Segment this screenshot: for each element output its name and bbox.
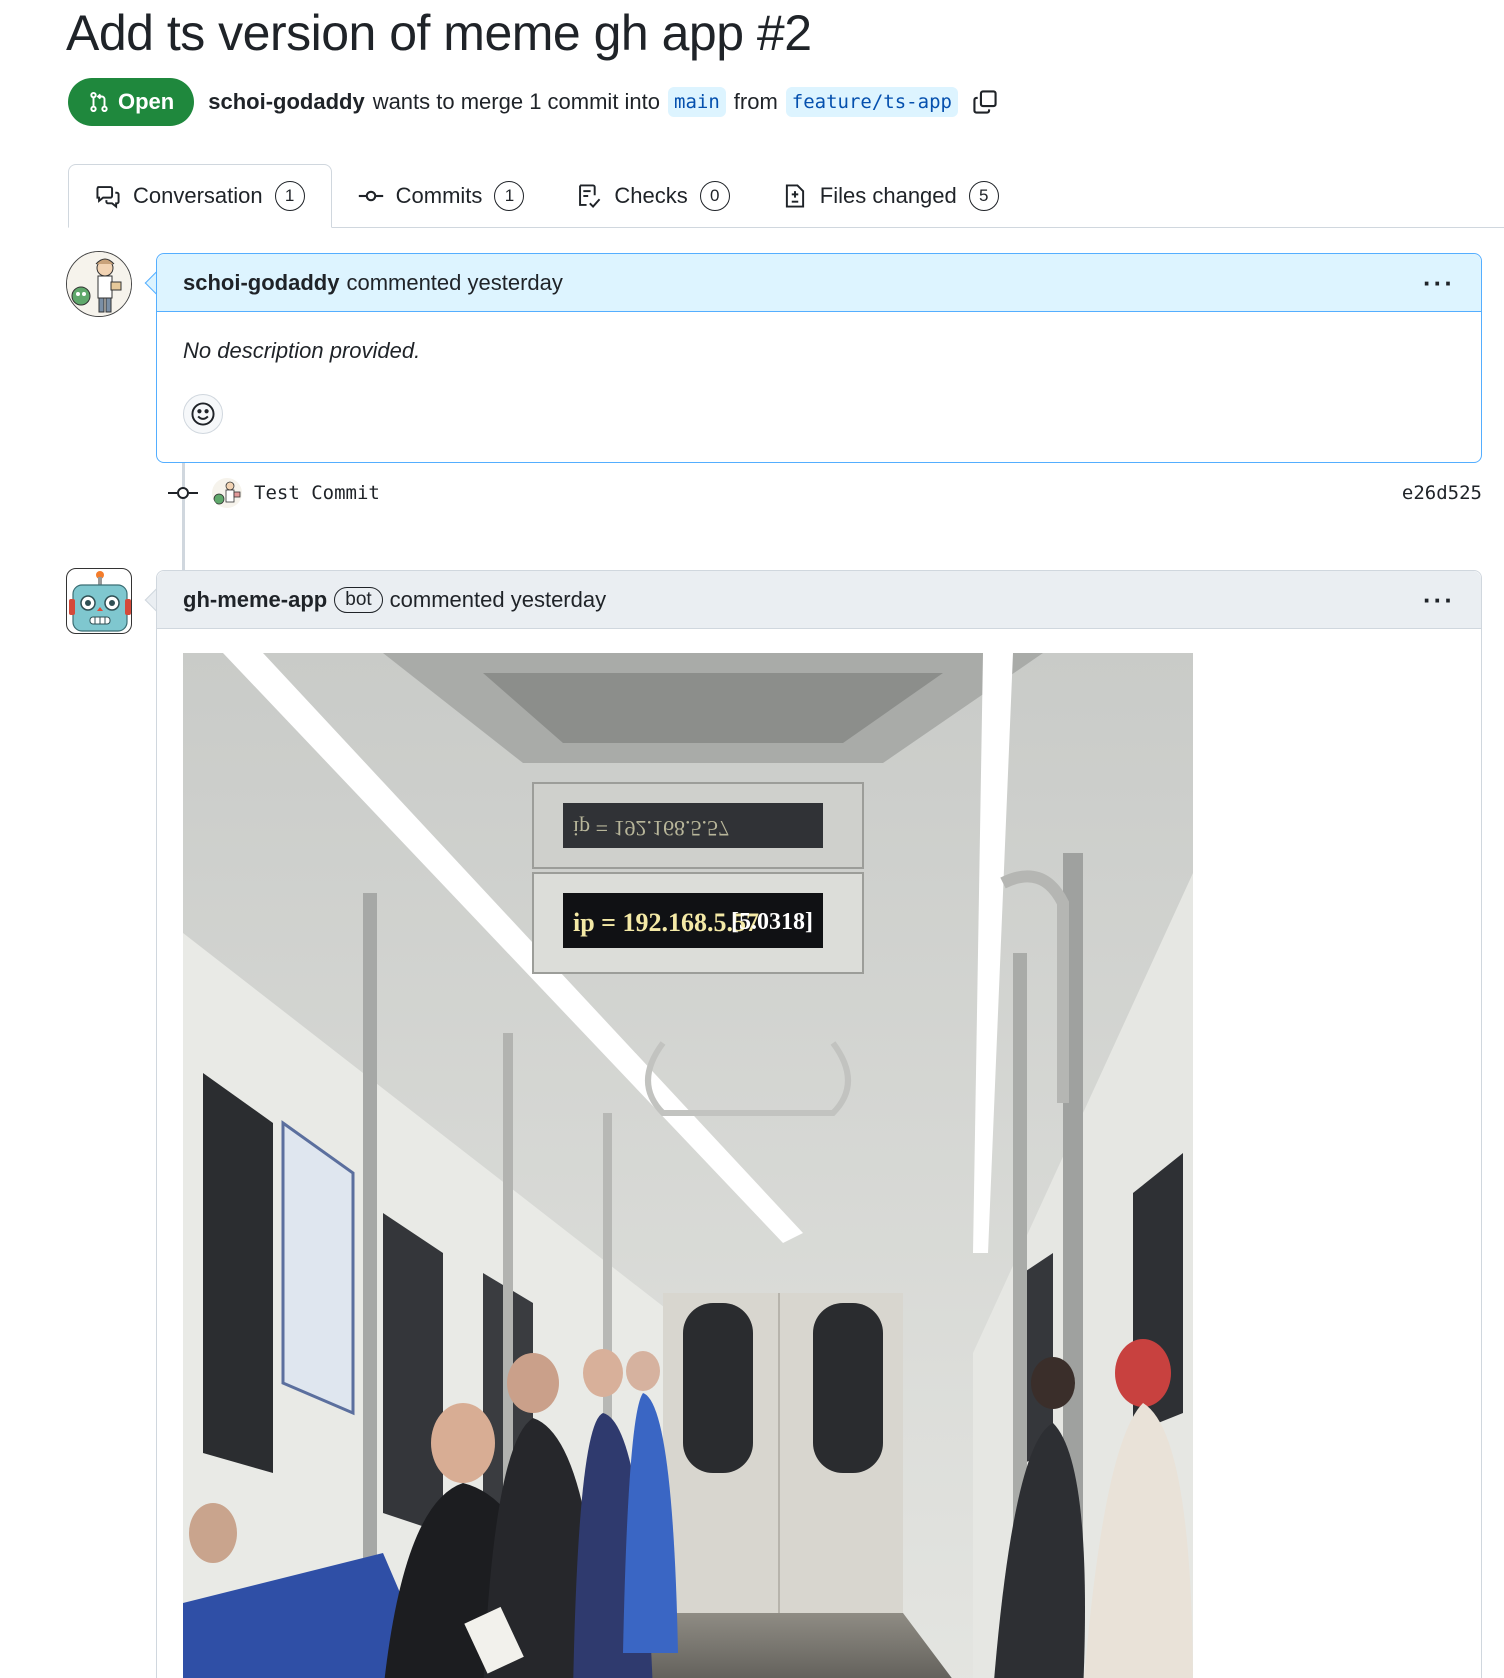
pr-author-link[interactable]: schoi-godaddy	[208, 89, 364, 115]
tab-label: Checks	[614, 182, 688, 208]
comment-box: schoi-godaddy commented yesterday ··· No…	[156, 253, 1482, 463]
avatar[interactable]	[66, 251, 132, 317]
tab-counter: 5	[968, 180, 999, 211]
comment-body: No description provided.	[183, 338, 421, 363]
pr-meta: schoi-godaddy wants to merge 1 commit in…	[208, 87, 998, 117]
from-text: from	[733, 89, 778, 114]
comment-timestamp[interactable]: commented yesterday	[390, 587, 606, 613]
smiley-icon	[191, 402, 215, 426]
comment-header: gh-meme-app bot commented yesterday ···	[157, 571, 1481, 629]
open-state-badge: Open	[68, 78, 195, 126]
git-commit-icon	[168, 487, 198, 499]
tab-label: Files changed	[819, 182, 957, 208]
meme-sign-suffix: [5.0318]	[731, 909, 813, 935]
copy-icon[interactable]	[972, 89, 998, 115]
merge-text: wants to merge 1 commit into	[372, 89, 661, 114]
file-diff-icon	[785, 183, 804, 208]
bot-badge: bot	[334, 586, 383, 613]
svg-text:ip = 192.168.5.57: ip = 192.168.5.57	[573, 816, 729, 841]
tab-label: Commits	[395, 182, 483, 208]
commit-row: Test Commit e26d525	[168, 476, 1482, 510]
avatar[interactable]	[212, 478, 242, 508]
comment-box: gh-meme-app bot commented yesterday ···	[156, 570, 1482, 1678]
state-label: Open	[118, 89, 175, 114]
avatar[interactable]	[66, 568, 132, 634]
user-avatar-illustration	[67, 252, 131, 316]
tab-checks[interactable]: Checks 0	[550, 164, 755, 227]
comment-author-link[interactable]: gh-meme-app	[183, 587, 327, 613]
base-branch-label[interactable]: main	[668, 87, 726, 117]
meme-image[interactable]: ip = 192.168.5.57 [5.0318] ip = 192.168.…	[183, 653, 1193, 1678]
pr-state-row: Open schoi-godaddy wants to merge 1 comm…	[68, 78, 998, 126]
tab-commits[interactable]: Commits 1	[332, 164, 551, 227]
commit-sha-link[interactable]: e26d525	[1402, 482, 1482, 504]
tab-counter: 1	[274, 181, 305, 211]
comment-discussion-icon	[96, 186, 120, 209]
tab-conversation[interactable]: Conversation 1	[68, 164, 332, 228]
checklist-icon	[579, 183, 601, 208]
comment-header: schoi-godaddy commented yesterday ···	[157, 254, 1481, 312]
user-avatar-illustration	[212, 478, 242, 508]
add-reaction-button[interactable]	[183, 394, 223, 434]
tab-files-changed[interactable]: Files changed 5	[756, 164, 1025, 227]
tab-counter: 1	[494, 180, 525, 211]
comment-timestamp[interactable]: commented yesterday	[346, 270, 562, 296]
comment-author-link[interactable]: schoi-godaddy	[183, 270, 339, 296]
tab-counter: 0	[699, 180, 730, 211]
head-branch-label[interactable]: feature/ts-app	[785, 87, 958, 117]
tab-label: Conversation	[133, 183, 263, 208]
robot-icon	[69, 571, 131, 632]
pr-title: Add ts version of meme gh app #2	[66, 5, 812, 61]
commit-message-link[interactable]: Test Commit	[254, 482, 380, 504]
subway-car-image: ip = 192.168.5.57 [5.0318] ip = 192.168.…	[183, 653, 1193, 1678]
git-pull-request-icon	[90, 91, 108, 113]
pr-tabs: Conversation 1 Commits 1 Checks 0 Files …	[68, 164, 1504, 228]
git-commit-icon	[358, 190, 383, 201]
kebab-horizontal-icon[interactable]: ···	[1423, 270, 1455, 296]
kebab-horizontal-icon[interactable]: ···	[1423, 587, 1455, 613]
